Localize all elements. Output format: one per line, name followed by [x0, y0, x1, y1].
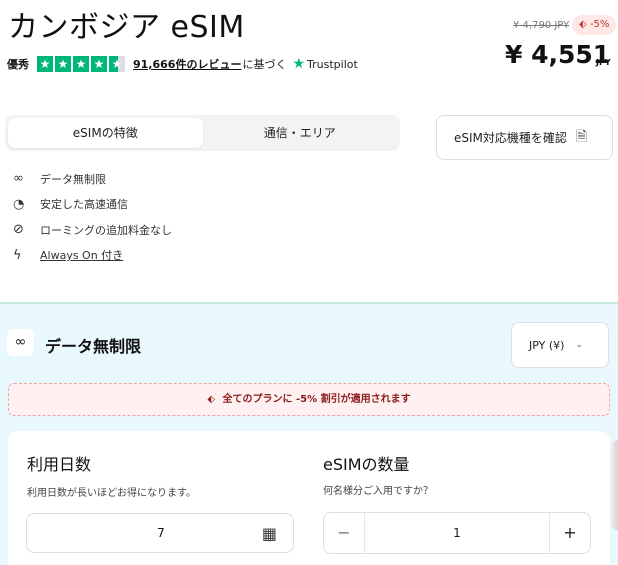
tag-icon: ⬖ [207, 394, 216, 405]
feature-item: ϟ Always On 付き [13, 243, 172, 269]
star-icon: ★ [73, 56, 89, 72]
trustpilot-logo: Trustpilot [307, 57, 358, 71]
calendar-icon[interactable]: ▦ [262, 524, 277, 543]
star-icon: ★ [55, 56, 71, 72]
compat-button-label: eSIM対応機種を確認 [454, 131, 567, 145]
quantity-value[interactable]: 1 [364, 513, 550, 553]
discount-notice: ⬖ 全てのプランに -5% 割引が適用されます [8, 383, 610, 416]
always-on-link[interactable]: Always On 付き [40, 247, 123, 263]
feature-item: ∞ データ無制限 [13, 166, 172, 192]
reviews-link[interactable]: 91,666件のレビュー [133, 56, 241, 72]
document-check-icon: 🗎 [575, 128, 588, 145]
quantity-stepper: − 1 + [323, 512, 591, 554]
feature-list: ∞ データ無制限 ◔ 安定した高速通信 ⊘ ローミングの追加料金なし ϟ Alw… [13, 166, 172, 268]
original-price: ¥ 4,790 JPY [513, 20, 570, 31]
rating-label: 優秀 [7, 58, 29, 71]
discount-badge: ⬖ -5% [572, 15, 617, 35]
feature-item: ◔ 安定した高速通信 [13, 192, 172, 218]
feature-label: ローミングの追加料金なし [40, 223, 172, 237]
chevron-down-icon: ⌄ [575, 340, 583, 350]
feature-label: 安定した高速通信 [40, 198, 128, 212]
lightning-icon: ϟ [13, 247, 22, 263]
no-roaming-icon: ⊘ [13, 222, 24, 238]
tab-features[interactable]: eSIMの特徴 [8, 118, 203, 148]
trustpilot-star-icon: ★ [292, 56, 306, 72]
trustpilot-stars: ★ ★ ★ ★ ★ [37, 56, 125, 72]
info-tabs: eSIMの特徴 通信・エリア [5, 115, 400, 151]
quantity-title: eSIMの数量 [323, 455, 410, 474]
days-subtitle: 利用日数が長いほどお得になります。 [27, 488, 196, 499]
days-title: 利用日数 [27, 455, 92, 474]
decrement-button[interactable]: − [324, 513, 364, 553]
days-input[interactable]: 7 ▦ [26, 513, 294, 553]
edge-decoration [610, 440, 618, 530]
feature-item: ⊘ ローミングの追加料金なし [13, 217, 172, 243]
reviews-suffix: に基づく [242, 58, 287, 71]
tag-icon: ⬖ [579, 19, 587, 30]
price-currency: JPY [596, 58, 611, 67]
product-title: カンボジア eSIM [8, 10, 245, 45]
half-star-icon: ★ [109, 56, 125, 72]
plan-title: データ無制限 [45, 337, 142, 356]
infinity-icon: ∞ [7, 329, 34, 356]
discount-value: -5% [589, 19, 610, 30]
speedometer-icon: ◔ [13, 196, 25, 212]
currency-value: JPY (¥) [529, 338, 565, 352]
currency-select[interactable]: JPY (¥) ⌄ [511, 322, 609, 368]
star-icon: ★ [91, 56, 107, 72]
feature-label: データ無制限 [40, 172, 106, 186]
current-price: ¥ 4,551 [505, 40, 611, 69]
days-value: 7 [157, 526, 165, 540]
tab-coverage[interactable]: 通信・エリア [203, 118, 398, 148]
quantity-subtitle: 何名様分ご入用ですか？ [323, 486, 433, 497]
rating-row: 優秀 ★ ★ ★ ★ ★ 91,666件のレビュー に基づく ★ Trustpi… [7, 56, 358, 72]
star-icon: ★ [37, 56, 53, 72]
check-compatibility-button[interactable]: eSIM対応機種を確認 🗎 [436, 115, 613, 160]
increment-button[interactable]: + [550, 513, 590, 553]
infinity-icon: ∞ [13, 171, 24, 187]
notice-text: 全てのプランに -5% 割引が適用されます [222, 394, 411, 405]
